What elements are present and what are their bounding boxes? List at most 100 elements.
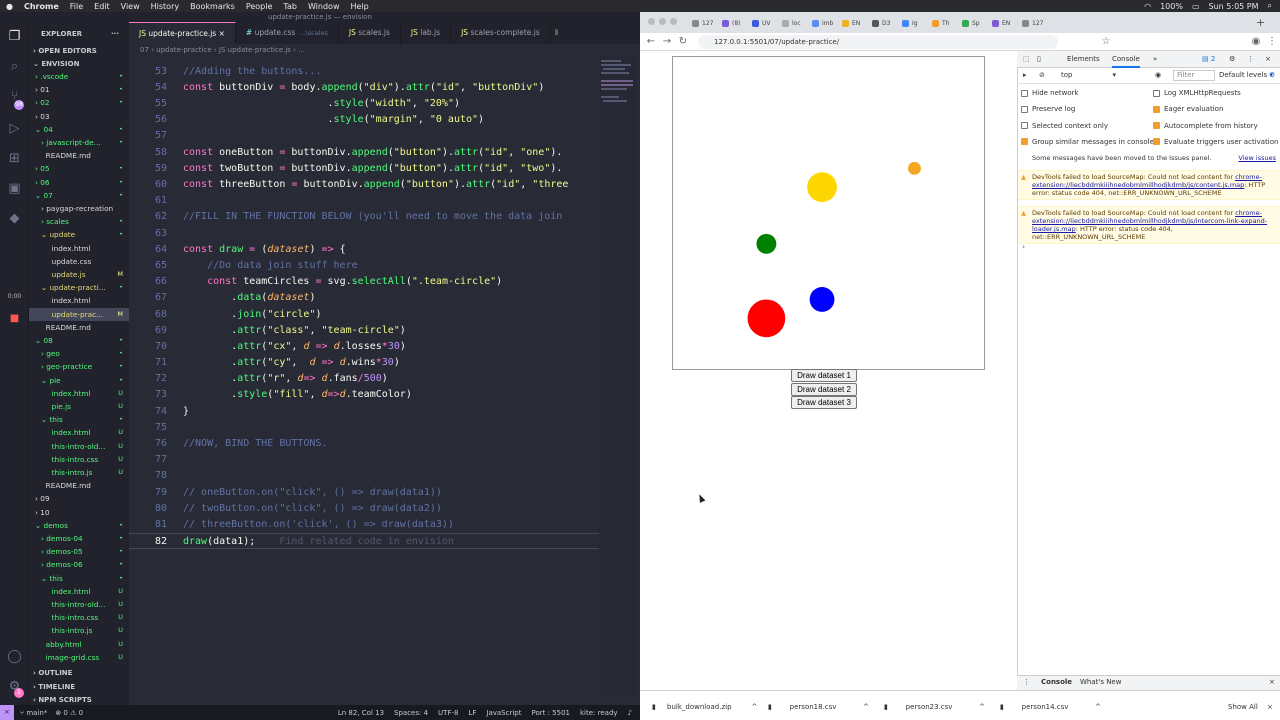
tab-console[interactable]: Console: [1112, 51, 1140, 68]
chevron-up-icon[interactable]: ^: [1095, 703, 1101, 711]
record-icon[interactable]: ■: [6, 310, 23, 327]
code-line-54[interactable]: 54 const buttonDiv = body.append("div").a…: [129, 80, 599, 96]
menu-app-name[interactable]: Chrome: [24, 2, 59, 11]
tree-item[interactable]: this-intro.js U: [29, 466, 129, 479]
search-icon[interactable]: ⌕: [6, 58, 23, 75]
tree-item[interactable]: › .vscode •: [29, 70, 129, 83]
problems-count[interactable]: ⊗ 0 ⚠ 0: [55, 709, 83, 717]
drawer-menu-icon[interactable]: ⋮: [1023, 678, 1030, 686]
menu-bookmarks[interactable]: Bookmarks: [190, 2, 235, 11]
console-setting-checkbox[interactable]: Autocomplete from history: [1153, 120, 1258, 132]
window-minimize-button[interactable]: [659, 18, 666, 25]
tree-item[interactable]: image-grid.css U: [29, 651, 129, 664]
code-line-75[interactable]: 75: [129, 420, 599, 436]
more-actions-icon[interactable]: ···: [111, 30, 119, 38]
console-setting-checkbox[interactable]: Log XMLHttpRequests: [1153, 87, 1241, 99]
code-line-64[interactable]: 64 const draw = (dataset) => {: [129, 242, 599, 258]
tree-item[interactable]: › 10: [29, 506, 129, 519]
browser-tab[interactable]: EN: [842, 16, 867, 32]
draw-dataset-1-button[interactable]: Draw dataset 1: [791, 369, 857, 382]
tree-item[interactable]: › demos-06 •: [29, 558, 129, 571]
console-prompt[interactable]: ›: [1022, 242, 1025, 251]
browser-tab[interactable]: imb: [812, 16, 837, 32]
browser-tab[interactable]: UV: [752, 16, 777, 32]
window-zoom-button[interactable]: [670, 18, 677, 25]
live-server-port[interactable]: Port : 5501: [531, 709, 570, 717]
live-expression-icon[interactable]: ◉: [1155, 71, 1161, 79]
tree-item[interactable]: index.html: [29, 294, 129, 307]
browser-tab[interactable]: loc: [782, 16, 807, 32]
tree-item[interactable]: this-intro-old... U: [29, 598, 129, 611]
tree-item[interactable]: › 05 •: [29, 162, 129, 175]
window-close-button[interactable]: [648, 18, 655, 25]
download-item[interactable]: ▮ person14.csv ^: [1000, 701, 1101, 713]
tree-item[interactable]: › geo •: [29, 347, 129, 360]
chevron-up-icon[interactable]: ^: [752, 703, 758, 711]
more-tabs-icon[interactable]: »: [1153, 51, 1157, 68]
account-icon[interactable]: ◯: [6, 648, 23, 665]
new-tab-button[interactable]: +: [1256, 16, 1265, 29]
tree-item[interactable]: › 03: [29, 110, 129, 123]
menu-edit[interactable]: Edit: [94, 2, 110, 11]
browser-tab[interactable]: Ig: [902, 16, 927, 32]
language-mode[interactable]: JavaScript: [486, 709, 521, 717]
browser-tab[interactable]: (8): [722, 16, 747, 32]
tree-item[interactable]: update-prac... M: [29, 307, 129, 321]
download-item[interactable]: ▮ person23.csv ^: [884, 701, 985, 713]
code-line-68[interactable]: 68 .join("circle"): [129, 307, 599, 323]
tab-update-css[interactable]: # update.css ...\scales: [236, 22, 339, 44]
code-line-53[interactable]: 53//Adding the buttons...: [129, 64, 599, 80]
tree-item[interactable]: this-intro.css U: [29, 453, 129, 466]
checkbox[interactable]: [1021, 105, 1028, 113]
tab-scales-complete-js[interactable]: JS scales-complete.js: [451, 22, 551, 44]
console-settings-icon[interactable]: ⚙: [1269, 71, 1275, 79]
tree-item[interactable]: index.html U: [29, 426, 129, 439]
chevron-up-icon[interactable]: ^: [863, 703, 869, 711]
tree-item[interactable]: ⌄ 07 •: [29, 189, 129, 202]
code-line-61[interactable]: 61: [129, 193, 599, 209]
tree-item[interactable]: ⌄ 08 •: [29, 334, 129, 347]
code-line-74[interactable]: 74}: [129, 404, 599, 420]
issues-count[interactable]: ▤ 2: [1202, 51, 1215, 68]
code-line-72[interactable]: 72 .attr("r", d=> d.fans/500): [129, 371, 599, 387]
tree-item[interactable]: ⌄ update •: [29, 228, 129, 241]
tree-item[interactable]: ⌄ this •: [29, 413, 129, 426]
tree-item[interactable]: › 06 •: [29, 176, 129, 189]
minimap[interactable]: [599, 56, 635, 696]
menu-file[interactable]: File: [70, 2, 83, 11]
code-line-60[interactable]: 60 const threeButton = buttonDiv.append("…: [129, 177, 599, 193]
devtools-close-icon[interactable]: ×: [1265, 51, 1271, 68]
code-line-79[interactable]: 79// oneButton.on("click", () => draw(da…: [129, 485, 599, 501]
breadcrumb[interactable]: 07 › update-practice › JS update-practic…: [140, 44, 305, 56]
context-selector[interactable]: top ▾: [1061, 71, 1116, 79]
tree-item[interactable]: ⌄ pie •: [29, 374, 129, 387]
outline-section[interactable]: › OUTLINE: [33, 669, 72, 677]
drawer-tab-console[interactable]: Console: [1041, 678, 1072, 686]
console-setting-checkbox[interactable]: Preserve log: [1021, 103, 1075, 115]
code-line-56[interactable]: 56 .style("margin", "0 auto"): [129, 112, 599, 128]
tree-item[interactable]: › geo-practice •: [29, 360, 129, 373]
console-setting-checkbox[interactable]: Selected context only: [1021, 120, 1108, 132]
code-line-67[interactable]: 67 .data(dataset): [129, 290, 599, 306]
code-line-82[interactable]: 82 draw(data1); Find related code in envi…: [129, 533, 599, 550]
code-line-57[interactable]: 57: [129, 128, 599, 144]
checkbox[interactable]: [1021, 138, 1028, 146]
code-line-66[interactable]: 66 const teamCircles = svg.selectAll(".t…: [129, 274, 599, 290]
draw-dataset-2-button[interactable]: Draw dataset 2: [791, 383, 857, 396]
chrome-menu-icon[interactable]: ⋮: [1266, 35, 1278, 49]
devtools-settings-icon[interactable]: ⚙: [1229, 51, 1235, 68]
npm-scripts-section[interactable]: › NPM SCRIPTS: [33, 696, 92, 704]
cursor-position[interactable]: Ln 82, Col 13: [338, 709, 384, 717]
code-line-78[interactable]: 78: [129, 468, 599, 484]
code-line-69[interactable]: 69 .attr("class", "team-circle"): [129, 323, 599, 339]
browser-tab[interactable]: 127: [1022, 16, 1047, 32]
clear-console-icon[interactable]: ⊘: [1039, 71, 1045, 79]
tree-item[interactable]: index.html U: [29, 585, 129, 598]
search-icon[interactable]: ⌕: [1268, 1, 1272, 11]
encoding[interactable]: UTF-8: [438, 709, 458, 717]
reload-button[interactable]: ↻: [677, 35, 689, 49]
open-editors-section[interactable]: › OPEN EDITORS: [33, 47, 97, 55]
tree-item[interactable]: update.css: [29, 255, 129, 268]
tree-item[interactable]: ⌄ demos •: [29, 519, 129, 532]
tree-item[interactable]: pie.js U: [29, 400, 129, 413]
